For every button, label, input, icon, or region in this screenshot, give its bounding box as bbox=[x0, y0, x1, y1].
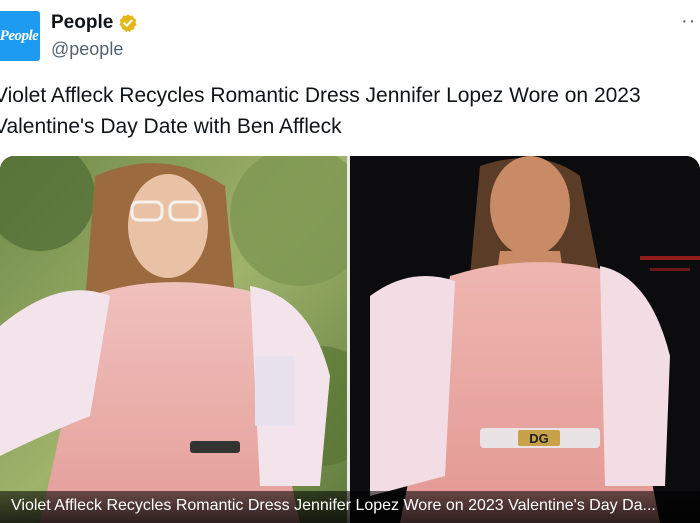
avatar[interactable]: People bbox=[0, 11, 40, 61]
more-options-icon[interactable]: ·· bbox=[681, 10, 696, 33]
name-row: People bbox=[51, 12, 138, 34]
tweet-text-line-1: Violet Affleck Recycles Romantic Dress J… bbox=[0, 84, 641, 107]
tweet-header: People People @people ·· bbox=[0, 0, 700, 70]
handle[interactable]: @people bbox=[51, 39, 123, 60]
card-caption-text[interactable]: Violet Affleck Recycles Romantic Dress J… bbox=[11, 497, 691, 515]
photo-violet-affleck bbox=[0, 156, 347, 523]
tweet-text-line-2: Valentine's Day Date with Ben Affleck bbox=[0, 115, 342, 138]
tweet-text: Violet Affleck Recycles Romantic Dress J… bbox=[0, 80, 694, 142]
avatar-logo-text: People bbox=[0, 27, 39, 44]
display-name[interactable]: People bbox=[51, 12, 113, 34]
photo-jennifer-lopez: DG bbox=[350, 156, 700, 523]
verified-badge-icon bbox=[119, 14, 137, 33]
svg-text:DG: DG bbox=[529, 431, 549, 446]
link-card-media[interactable]: DG Violet Affleck Recycles Romantic Dres… bbox=[0, 156, 700, 523]
card-caption-bar: Violet Affleck Recycles Romantic Dress J… bbox=[0, 491, 700, 523]
